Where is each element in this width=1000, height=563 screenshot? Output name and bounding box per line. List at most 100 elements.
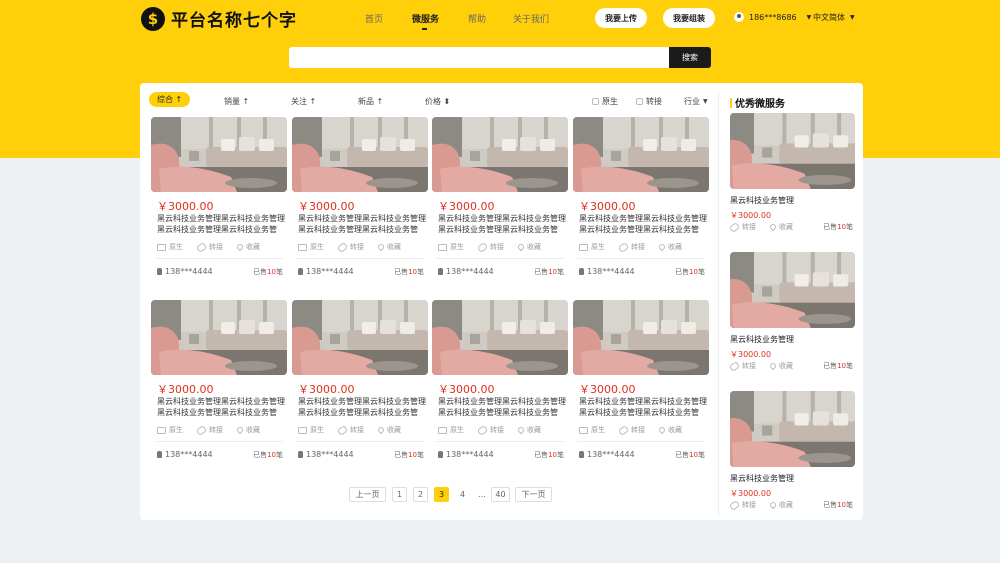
- product-card[interactable]: ￥3000.00 黑云科技业务管理黑云科技业务管理黑云科技业务管理黑云科技业务管原…: [292, 117, 428, 287]
- product-card[interactable]: ￥3000.00 黑云科技业务管理黑云科技业务管理黑云科技业务管理黑云科技业务管原…: [151, 117, 287, 287]
- product-price: ￥3000.00: [579, 200, 636, 213]
- transfer-action[interactable]: 转接: [476, 241, 504, 253]
- filter-industry-dropdown[interactable]: 行业 ▼: [684, 96, 708, 107]
- heart-icon: [376, 425, 386, 435]
- sort-price[interactable]: 价格 ⬍: [425, 96, 450, 107]
- upload-button[interactable]: 我要上传: [595, 8, 647, 28]
- service-image[interactable]: [730, 391, 855, 467]
- sidebar-service-card[interactable]: 黑云科技业务管理 ￥3000.00 转接 收藏 已售10笔: [728, 252, 855, 377]
- service-title[interactable]: 黑云科技业务管理: [730, 334, 794, 345]
- transfer-action[interactable]: 转接: [195, 241, 223, 253]
- sold-count: 已售10笔: [675, 268, 705, 276]
- favorite-action[interactable]: 收藏: [376, 425, 401, 435]
- pagination-page-4[interactable]: 4: [455, 487, 470, 502]
- product-image[interactable]: [151, 117, 287, 192]
- service-sold-count: 已售10笔: [823, 362, 853, 370]
- transfer-action[interactable]: 转接: [617, 424, 645, 436]
- product-description[interactable]: 黑云科技业务管理黑云科技业务管理黑云科技业务管理黑云科技业务管: [298, 396, 426, 418]
- product-description[interactable]: 黑云科技业务管理黑云科技业务管理黑云科技业务管理黑云科技业务管: [157, 213, 285, 235]
- product-image[interactable]: [151, 300, 287, 375]
- transfer-action[interactable]: 转接: [336, 241, 364, 253]
- user-menu[interactable]: 186***8686 ▼: [734, 12, 811, 22]
- product-card[interactable]: ￥3000.00 黑云科技业务管理黑云科技业务管理黑云科技业务管理黑云科技业务管原…: [573, 300, 709, 470]
- product-card[interactable]: ￥3000.00 黑云科技业务管理黑云科技业务管理黑云科技业务管理黑云科技业务管原…: [432, 300, 568, 470]
- favorite-action[interactable]: 收藏: [768, 361, 793, 371]
- product-image[interactable]: [432, 300, 568, 375]
- product-description[interactable]: 黑云科技业务管理黑云科技业务管理黑云科技业务管理黑云科技业务管: [438, 213, 566, 235]
- sort-comprehensive[interactable]: 综合 ↑: [149, 92, 191, 107]
- service-image[interactable]: [730, 252, 855, 328]
- transfer-action[interactable]: 转接: [617, 241, 645, 253]
- product-description[interactable]: 黑云科技业务管理黑云科技业务管理黑云科技业务管理黑云科技业务管: [579, 396, 707, 418]
- sidebar-service-card[interactable]: 黑云科技业务管理 ￥3000.00 转接 收藏 已售10笔: [728, 113, 855, 238]
- original-action[interactable]: 原生: [579, 425, 605, 435]
- original-action[interactable]: 原生: [298, 242, 324, 252]
- favorite-action[interactable]: 收藏: [657, 242, 682, 252]
- product-price: ￥3000.00: [579, 383, 636, 396]
- filter-original-checkbox[interactable]: 原生: [592, 96, 618, 107]
- original-action[interactable]: 原生: [438, 242, 464, 252]
- favorite-action[interactable]: 收藏: [768, 500, 793, 510]
- product-image[interactable]: [292, 117, 428, 192]
- favorite-action[interactable]: 收藏: [376, 242, 401, 252]
- favorite-action[interactable]: 收藏: [235, 425, 260, 435]
- transfer-action[interactable]: 转接: [336, 424, 364, 436]
- pagination-page-1[interactable]: 1: [392, 487, 407, 502]
- product-card[interactable]: ￥3000.00 黑云科技业务管理黑云科技业务管理黑云科技业务管理黑云科技业务管原…: [292, 300, 428, 470]
- assemble-button[interactable]: 我要组装: [663, 8, 715, 28]
- transfer-action[interactable]: 转接: [476, 424, 504, 436]
- favorite-action[interactable]: 收藏: [516, 425, 541, 435]
- sort-new[interactable]: 新品 ↑: [358, 96, 383, 107]
- favorite-action[interactable]: 收藏: [516, 242, 541, 252]
- card-divider: [155, 441, 283, 442]
- service-title[interactable]: 黑云科技业务管理: [730, 473, 794, 484]
- product-actions: 原生 转接 收藏: [438, 241, 566, 253]
- service-image[interactable]: [730, 113, 855, 189]
- transfer-action[interactable]: 转接: [728, 221, 756, 233]
- pagination-prev[interactable]: 上一页: [349, 487, 386, 502]
- product-image[interactable]: [573, 117, 709, 192]
- logo[interactable]: $ 平台名称七个字: [141, 6, 297, 31]
- original-action[interactable]: 原生: [157, 242, 183, 252]
- search-input[interactable]: [289, 47, 669, 68]
- nav-about[interactable]: 关于我们: [513, 12, 549, 25]
- product-card[interactable]: ￥3000.00 黑云科技业务管理黑云科技业务管理黑云科技业务管理黑云科技业务管原…: [573, 117, 709, 287]
- product-card[interactable]: ￥3000.00 黑云科技业务管理黑云科技业务管理黑云科技业务管理黑云科技业务管原…: [432, 117, 568, 287]
- favorite-action[interactable]: 收藏: [235, 242, 260, 252]
- favorite-action[interactable]: 收藏: [768, 222, 793, 232]
- pagination-page-last[interactable]: 40: [491, 487, 510, 502]
- nav-help[interactable]: 帮助: [468, 12, 486, 25]
- product-image[interactable]: [432, 117, 568, 192]
- sort-follow[interactable]: 关注 ↑: [291, 96, 316, 107]
- service-title[interactable]: 黑云科技业务管理: [730, 195, 794, 206]
- product-description[interactable]: 黑云科技业务管理黑云科技业务管理黑云科技业务管理黑云科技业务管: [579, 213, 707, 235]
- product-card[interactable]: ￥3000.00 黑云科技业务管理黑云科技业务管理黑云科技业务管理黑云科技业务管原…: [151, 300, 287, 470]
- pagination-page-2[interactable]: 2: [413, 487, 428, 502]
- original-action[interactable]: 原生: [579, 242, 605, 252]
- transfer-action[interactable]: 转接: [728, 499, 756, 511]
- transfer-action[interactable]: 转接: [728, 360, 756, 372]
- sold-count: 已售10笔: [394, 451, 424, 459]
- sidebar-service-card[interactable]: 黑云科技业务管理 ￥3000.00 转接 收藏 已售10笔: [728, 391, 855, 516]
- original-action[interactable]: 原生: [157, 425, 183, 435]
- favorite-action[interactable]: 收藏: [657, 425, 682, 435]
- sort-sales[interactable]: 销量 ↑: [224, 96, 249, 107]
- original-action[interactable]: 原生: [438, 425, 464, 435]
- search-button[interactable]: 搜索: [669, 47, 711, 68]
- product-description[interactable]: 黑云科技业务管理黑云科技业务管理黑云科技业务管理黑云科技业务管: [157, 396, 285, 418]
- product-description[interactable]: 黑云科技业务管理黑云科技业务管理黑云科技业务管理黑云科技业务管: [298, 213, 426, 235]
- pagination-next[interactable]: 下一页: [515, 487, 552, 502]
- pagination-page-3[interactable]: 3: [434, 487, 449, 502]
- product-image[interactable]: [573, 300, 709, 375]
- sold-count: 已售10笔: [253, 451, 283, 459]
- nav-home[interactable]: 首页: [365, 12, 383, 25]
- product-image[interactable]: [292, 300, 428, 375]
- checkbox-icon: [592, 98, 599, 105]
- product-description[interactable]: 黑云科技业务管理黑云科技业务管理黑云科技业务管理黑云科技业务管: [438, 396, 566, 418]
- filter-transfer-checkbox[interactable]: 转接: [636, 96, 662, 107]
- original-action[interactable]: 原生: [298, 425, 324, 435]
- language-select[interactable]: 中文简体 ▼: [813, 12, 855, 23]
- user-phone: 186***8686: [749, 12, 797, 22]
- transfer-action[interactable]: 转接: [195, 424, 223, 436]
- nav-microservice[interactable]: 微服务: [412, 12, 439, 25]
